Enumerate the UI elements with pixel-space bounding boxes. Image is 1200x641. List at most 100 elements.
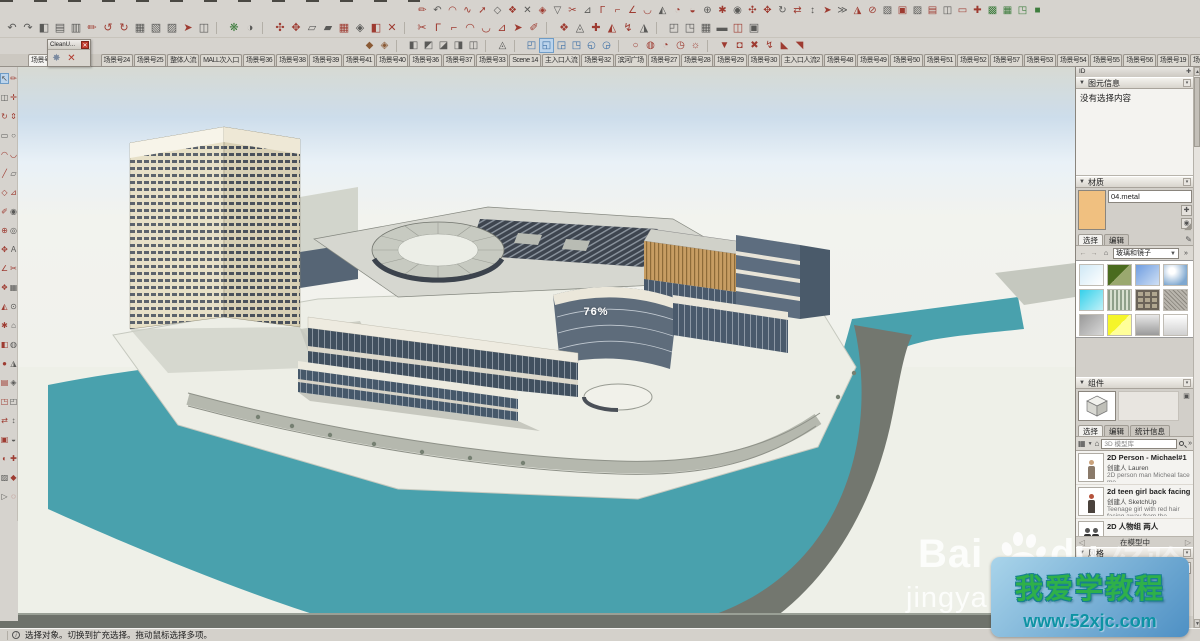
tool-icon[interactable]: ☼ [688,38,703,53]
material-swatch[interactable] [1107,314,1132,336]
scene-tab[interactable]: 场景号27 [648,54,680,66]
tool-icon[interactable]: ◬ [572,20,588,37]
collapse-icon[interactable]: ▾ [1183,379,1191,387]
scene-tab[interactable]: MALL次入口 [200,54,242,66]
tool-icon[interactable]: ✂ [565,3,580,18]
scene-tab[interactable]: 场景号32 [581,54,613,66]
tool-icon[interactable]: ✏ [415,3,430,18]
scene-tab[interactable]: 场景号49 [857,54,889,66]
tool-icon[interactable]: ↕ [805,3,820,18]
tool-icon[interactable]: Γ [430,20,446,37]
tool-icon[interactable]: ◥ [792,38,807,53]
tool-icon[interactable]: ⊿ [494,20,510,37]
tool-icon[interactable]: ➤ [820,3,835,18]
tool-icon[interactable]: ◈ [352,20,368,37]
scrollbar-thumb[interactable] [1194,77,1200,147]
draw-tool-icon[interactable]: ▷ [1,492,7,501]
tool-icon[interactable]: ↻ [116,20,132,37]
tool-icon[interactable]: ▥ [68,20,84,37]
details-arrow-icon[interactable]: » [1188,440,1192,447]
tool-icon[interactable]: ≫ [835,3,850,18]
draw-tool-icon[interactable]: ✱ [1,321,8,330]
tool-icon[interactable]: ◷ [673,38,688,53]
draw-tool-icon[interactable]: ◠ [1,150,8,159]
tool-icon[interactable]: ◭ [655,3,670,18]
scene-tab[interactable]: 整体人流 [167,54,199,66]
draw-tool-icon[interactable]: ▱ [10,169,16,178]
tool-icon[interactable]: ▤ [52,20,68,37]
scene-tab[interactable]: 场景号56 [1123,54,1155,66]
material-swatch[interactable] [1107,289,1132,311]
tool-icon[interactable]: ⊕ [700,3,715,18]
scene-tab[interactable]: 场景号21 [1190,54,1200,66]
tool-icon[interactable]: ▽ [550,3,565,18]
active-material-preview[interactable] [1078,190,1106,230]
tool-icon[interactable]: ◳ [682,20,698,37]
tool-icon[interactable]: ■ [1030,3,1045,18]
tool-icon[interactable]: ◫ [466,38,481,53]
scene-tab[interactable]: 场景号28 [681,54,713,66]
scene-tab[interactable]: Scene 14 [509,54,541,66]
material-swatch[interactable] [1135,289,1160,311]
tool-icon[interactable]: ✏ [84,20,100,37]
draw-tool-icon[interactable]: ✐ [1,207,8,216]
scene-tab[interactable]: 主入口人流 [542,54,581,66]
tool-icon[interactable]: ✚ [970,3,985,18]
draw-tool-icon[interactable]: ╱ [2,169,7,178]
scene-tab[interactable]: 场景号29 [714,54,746,66]
collapse-icon[interactable]: ▾ [1183,79,1191,87]
scene-tab[interactable]: 场景号36 [409,54,441,66]
tool-icon[interactable]: ◵ [584,38,599,53]
draw-tool-icon[interactable]: ✛ [10,93,17,102]
scene-tab[interactable]: 场景号51 [924,54,956,66]
draw-tool-icon[interactable]: ◧ [1,340,9,349]
tool-icon[interactable]: ◘ [732,38,747,53]
tool-icon[interactable]: ✣ [272,20,288,37]
draw-tool-icon[interactable]: A [11,245,16,254]
tool-icon[interactable]: ⌐ [610,3,625,18]
secondary-pane-icon[interactable]: ▣ [1183,392,1190,400]
tray-titlebar[interactable]: ID ✚ [1076,67,1194,77]
scene-tab[interactable]: 场景号30 [748,54,780,66]
material-swatch[interactable] [1135,314,1160,336]
tool-icon[interactable]: ✥ [760,3,775,18]
draw-tool-icon[interactable]: ✏ [10,74,17,83]
tool-icon[interactable]: ◡ [640,3,655,18]
tool-icon[interactable]: ▱ [304,20,320,37]
tool-icon[interactable]: ◈ [535,3,550,18]
scene-tab[interactable]: 场景号41 [343,54,375,66]
collapse-icon[interactable]: ▾ [1183,549,1191,557]
panel-scrollbar[interactable]: ▲ ▼ [1193,67,1200,628]
tool-icon[interactable]: ▭ [955,3,970,18]
cleanup-tool-icon[interactable]: ✕ [65,52,78,65]
tool-icon[interactable]: ▼ [717,38,732,53]
tool-icon[interactable]: ▩ [985,3,1000,18]
draw-tool-icon[interactable]: ◈ [10,378,16,387]
cleanup-titlebar[interactable]: CleanU... ✕ [48,40,90,50]
tool-icon[interactable]: ✱ [715,3,730,18]
tool-icon[interactable]: ▣ [895,3,910,18]
tool-icon[interactable]: ❖ [505,3,520,18]
tool-icon[interactable]: ◨ [451,38,466,53]
tool-icon[interactable]: ▰ [320,20,336,37]
tool-icon[interactable]: ▬ [714,20,730,37]
tool-icon[interactable]: ◑ [242,20,258,37]
draw-tool-icon[interactable]: ● [2,359,7,368]
tool-icon[interactable]: ✥ [288,20,304,37]
tool-icon[interactable]: ◭ [604,20,620,37]
tool-icon[interactable]: ◆ [362,38,377,53]
draw-tool-icon[interactable]: ◰ [10,397,18,406]
scene-tab[interactable]: 场景号37 [443,54,475,66]
draw-tool-icon[interactable]: ○ [11,131,16,140]
draw-tool-icon[interactable]: ▤ [1,378,9,387]
scene-tab[interactable]: 场景号25 [134,54,166,66]
component-list-item[interactable]: 2D 人物组 两人 [1076,519,1194,536]
tool-icon[interactable]: ▦ [698,20,714,37]
components-tab-edit[interactable]: 编辑 [1104,425,1129,436]
scroll-up-icon[interactable]: ▲ [1194,67,1200,76]
tool-icon[interactable]: ↺ [100,20,116,37]
tool-icon[interactable]: ◉ [730,3,745,18]
close-icon[interactable]: ✕ [81,41,89,49]
tool-icon[interactable]: ▣ [746,20,762,37]
tool-icon[interactable]: ✂ [414,20,430,37]
